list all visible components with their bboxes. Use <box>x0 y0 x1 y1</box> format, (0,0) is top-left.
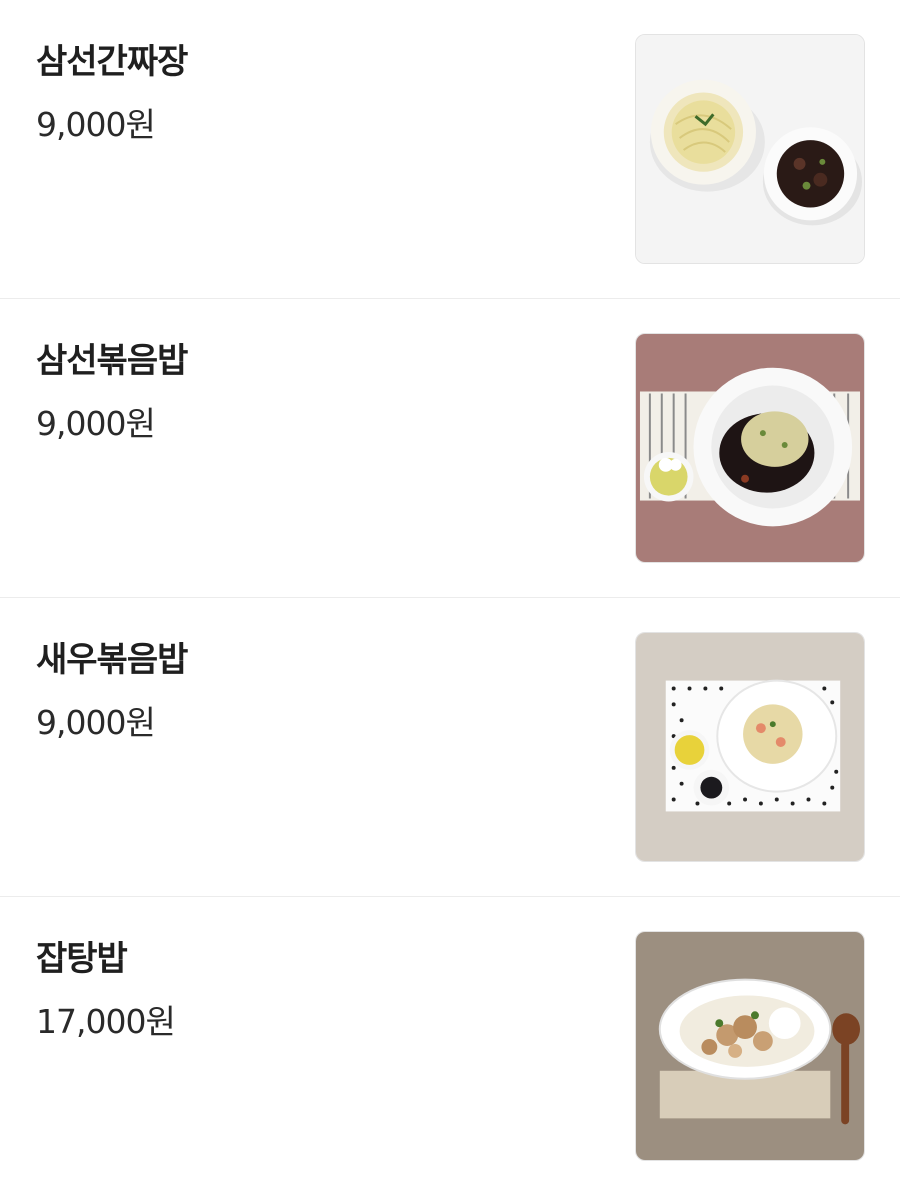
menu-item-name: 잡탕밥 <box>36 939 128 979</box>
menu-item-price: 9,000원 <box>36 703 156 742</box>
menu-item-price: 9,000원 <box>36 404 156 443</box>
menu-item-photo[interactable] <box>635 34 865 264</box>
seafood-rice-dish-photo <box>636 932 864 1160</box>
menu-item-photo[interactable] <box>635 333 865 563</box>
menu-item-name: 새우볶음밥 <box>36 640 188 680</box>
menu-item-price: 17,000원 <box>36 1002 176 1041</box>
menu-item[interactable]: 삼선간짜장 9,000원 <box>0 0 900 299</box>
fried-rice-dish-photo <box>636 334 864 562</box>
menu-item[interactable]: 삼선볶음밥 9,000원 <box>0 299 900 598</box>
menu-item-name: 삼선간짜장 <box>36 42 188 82</box>
menu-list: 삼선간짜장 9,000원 삼선볶음밥 9,000원 새우볶음밥 9,000원 잡… <box>0 0 900 1196</box>
menu-item[interactable]: 새우볶음밥 9,000원 <box>0 598 900 897</box>
menu-item-photo[interactable] <box>635 632 865 862</box>
menu-item-price: 9,000원 <box>36 105 156 144</box>
noodle-dish-photo <box>636 35 864 263</box>
menu-item-photo[interactable] <box>635 931 865 1161</box>
menu-item-name: 삼선볶음밥 <box>36 341 188 381</box>
menu-item[interactable]: 잡탕밥 17,000원 <box>0 897 900 1196</box>
shrimp-rice-dish-photo <box>636 633 864 861</box>
